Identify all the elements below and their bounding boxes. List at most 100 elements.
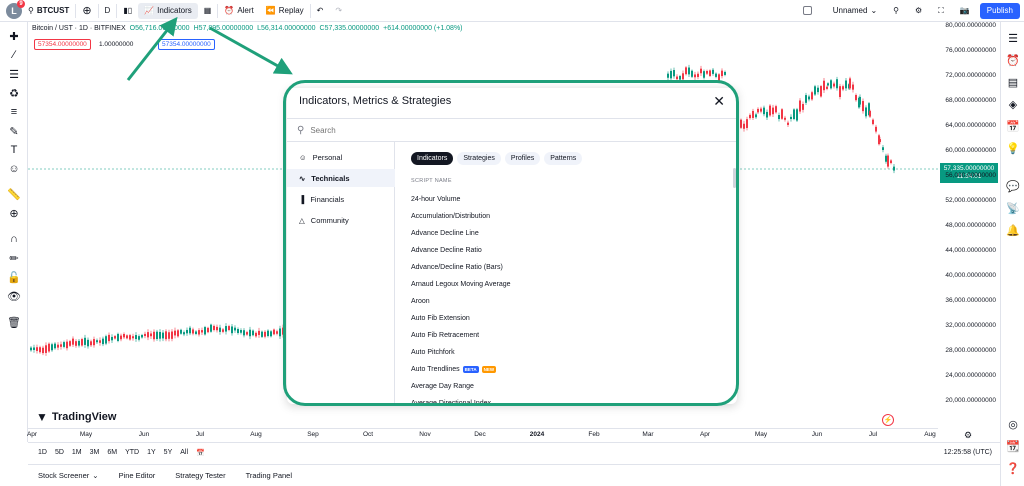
magnet-icon[interactable]: ∩ xyxy=(6,231,22,247)
candle-body xyxy=(54,343,56,349)
range-all[interactable]: All xyxy=(176,449,192,456)
time-axis[interactable]: Apr May Jun Jul Aug Sep Oct Nov Dec 2024 Feb Mar Apr… xyxy=(26,428,938,442)
range-1m[interactable]: 1M xyxy=(68,449,86,456)
candle-body xyxy=(81,339,83,346)
target-icon[interactable]: ◎ xyxy=(1005,416,1021,432)
indicators-button[interactable]: 📈 Indicators xyxy=(138,2,198,19)
settings-button[interactable]: ⚙ xyxy=(909,0,928,22)
data-window-icon[interactable]: ▤ xyxy=(1005,74,1021,90)
alerts-clock-icon[interactable]: ⏰ xyxy=(1005,52,1021,68)
time-tick: Mar xyxy=(642,431,654,438)
time-tick: 2024 xyxy=(529,431,545,438)
ideas-icon[interactable]: 💡 xyxy=(1005,140,1021,156)
quick-search-button[interactable]: ⚲ xyxy=(887,0,905,22)
eye-icon[interactable]: 👁 xyxy=(6,288,22,304)
chart-type-button[interactable]: ▮▯ xyxy=(117,0,138,22)
date-range-icon[interactable]: 📅 xyxy=(192,449,209,457)
fib-retracement-icon[interactable]: ≡ xyxy=(6,104,22,120)
interval-label: D xyxy=(104,6,111,15)
alert-button[interactable]: ⏰ Alert xyxy=(218,0,259,22)
chart-legend: Bitcoin / UST · 1D · BITFINEX O56,716.00… xyxy=(32,25,463,32)
avatar[interactable]: L 9 xyxy=(6,0,25,19)
sell-button[interactable]: 57354.00000000 xyxy=(34,39,91,50)
streams-icon[interactable]: 📡 xyxy=(1005,200,1021,216)
chat-icon[interactable]: 💬 xyxy=(1005,178,1021,194)
candle-body xyxy=(749,114,751,119)
pitchfork-icon[interactable]: ♻ xyxy=(6,85,22,101)
bottom-tab[interactable]: Stock Screener ⌄ xyxy=(28,471,109,480)
bottom-tab[interactable]: Strategy Tester xyxy=(165,471,235,480)
axis-settings-icon[interactable]: ⚙ xyxy=(964,430,972,441)
camera-icon: 📷 xyxy=(959,6,970,15)
close-value: C57,335.00000000 xyxy=(319,25,380,32)
bottom-tab[interactable]: Pine Editor xyxy=(109,471,166,480)
candle-body xyxy=(75,341,77,346)
emoji-icon[interactable]: ☺ xyxy=(6,161,22,177)
interval-button[interactable]: D xyxy=(99,0,117,22)
range-3m[interactable]: 3M xyxy=(86,449,104,456)
brush-icon[interactable]: ✎ xyxy=(6,123,22,139)
range-ytd[interactable]: YTD xyxy=(121,449,143,456)
candle-body xyxy=(228,326,230,330)
trash-icon[interactable]: 🗑 xyxy=(6,314,22,330)
symbol-title[interactable]: Bitcoin / UST · 1D · BITFINEX xyxy=(32,25,126,32)
top-toolbar: L 9 ⚲ BTCUST ⊕ D ▮▯ 📈 Indicators ▦ ⏰ Ale… xyxy=(0,0,1024,22)
crosshair-icon[interactable]: ✚ xyxy=(6,28,22,44)
fullscreen-button[interactable]: ⛶ xyxy=(932,0,950,22)
flash-icon[interactable]: ⚡ xyxy=(882,414,894,426)
candle-body xyxy=(192,329,194,334)
range-1y[interactable]: 1Y xyxy=(143,449,160,456)
candle-body xyxy=(252,330,254,336)
undo-button[interactable]: ↶ xyxy=(311,0,330,22)
utc-clock[interactable]: 12:25:58 (UTC) xyxy=(944,449,1000,456)
ruler-icon[interactable]: 📏 xyxy=(6,186,22,202)
bottom-tab[interactable]: Trading Panel xyxy=(236,471,302,480)
watchlist-icon[interactable]: ☰ xyxy=(1005,30,1021,46)
time-tick: Apr xyxy=(699,431,711,438)
snapshot-button[interactable]: 📷 xyxy=(954,0,976,22)
candle-body xyxy=(213,325,215,331)
time-tick: May xyxy=(79,431,93,438)
grid-icon: ▦ xyxy=(203,6,212,15)
time-tick: Apr xyxy=(26,431,38,438)
layout-name: Unnamed xyxy=(832,6,868,15)
publish-button[interactable]: Publish xyxy=(979,2,1020,19)
candle-body xyxy=(63,342,65,347)
price-tick: 64,000.00000000 xyxy=(945,122,996,129)
candle-body xyxy=(688,67,690,75)
range-6m[interactable]: 6M xyxy=(103,449,121,456)
price-axis[interactable]: 57,335.00000000 11:34:01 80,000.00000000… xyxy=(938,22,1000,428)
candle-body xyxy=(207,327,209,333)
candle-body xyxy=(833,83,835,87)
candle-body xyxy=(87,339,89,347)
symbol-search-button[interactable]: ⚲ BTCUST xyxy=(22,0,75,22)
time-tick: Jul xyxy=(868,431,878,438)
replay-button[interactable]: ⏪ Replay xyxy=(260,0,310,22)
quick-search-icon: ⚲ xyxy=(893,6,899,15)
help-icon[interactable]: ❓ xyxy=(1005,460,1021,476)
range-1d[interactable]: 1D xyxy=(34,449,51,456)
text-icon[interactable]: T xyxy=(6,142,22,158)
buy-button[interactable]: 57354.00000000 xyxy=(158,39,215,50)
candle-body xyxy=(694,74,696,78)
trendline-icon[interactable]: ∕ xyxy=(6,47,22,63)
candle-body xyxy=(186,329,188,334)
open-value: O56,716.00000000 xyxy=(129,25,190,32)
lock-icon[interactable]: 🔓 xyxy=(6,269,22,285)
layers-icon[interactable]: ◈ xyxy=(1005,96,1021,112)
templates-button[interactable]: ▦ xyxy=(198,0,218,22)
zoom-in-icon[interactable]: ⊕ xyxy=(6,205,22,221)
quantity-field[interactable]: 1.00000000 xyxy=(96,39,136,50)
range-5y[interactable]: 5Y xyxy=(160,449,177,456)
notifications-icon[interactable]: 🔔 xyxy=(1005,222,1021,238)
calendar-icon[interactable]: 📅 xyxy=(1005,118,1021,134)
horizontal-lines-icon[interactable]: ☰ xyxy=(6,66,22,82)
annotation-highlight xyxy=(283,80,739,406)
range-5d[interactable]: 5D xyxy=(51,449,68,456)
lock-pencil-icon[interactable]: ✏ xyxy=(6,250,22,266)
compare-button[interactable]: ⊕ xyxy=(76,0,97,22)
redo-button[interactable]: ↷ xyxy=(329,0,348,22)
calendar-bottom-icon[interactable]: 📆 xyxy=(1005,438,1021,454)
candle-body xyxy=(826,86,828,89)
layout-button[interactable]: Unnamed ⌄ xyxy=(797,0,883,22)
